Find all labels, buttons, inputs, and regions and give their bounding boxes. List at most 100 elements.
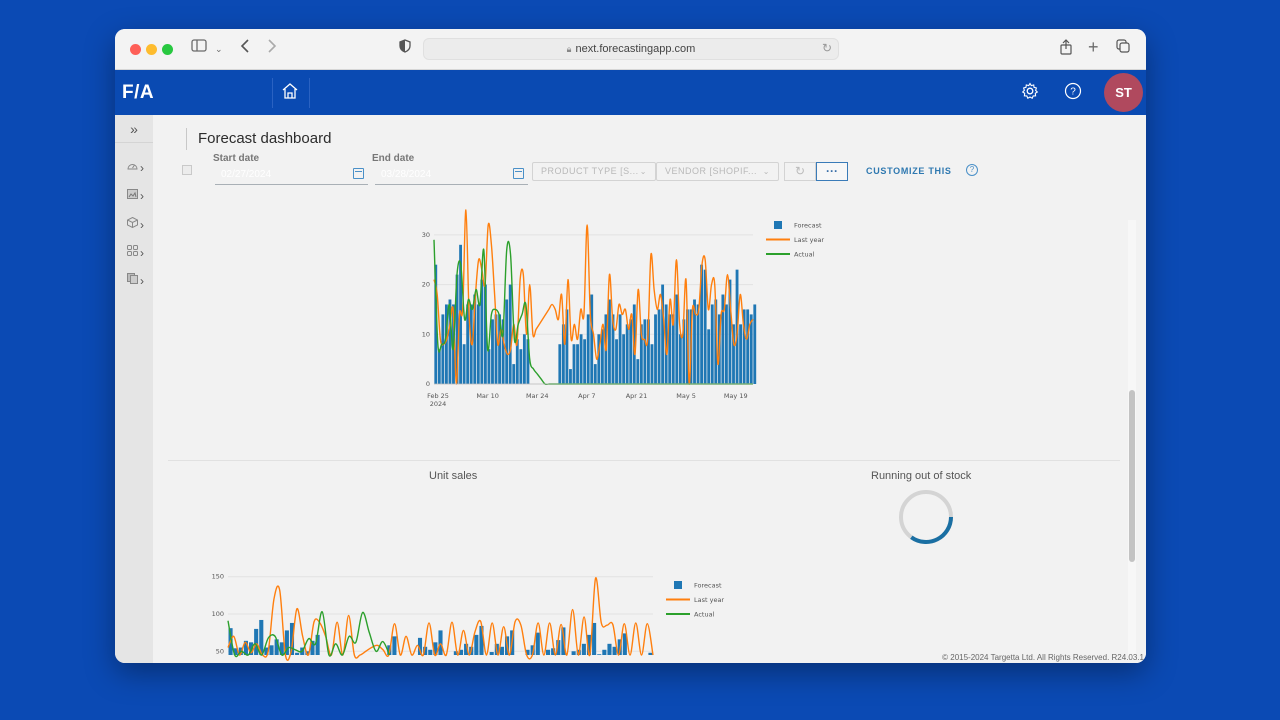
vendor-value: VENDOR [SHOPIF...	[665, 166, 758, 176]
forecast-bar	[545, 649, 551, 655]
legend-label: Forecast	[694, 582, 722, 590]
help-icon[interactable]: ?	[1064, 82, 1084, 102]
close-window-button[interactable]	[130, 44, 141, 55]
y-tick-label: 20	[422, 281, 430, 289]
forecast-bar	[746, 309, 750, 384]
header-divider	[309, 78, 310, 108]
app-logo[interactable]: F/A	[122, 82, 154, 104]
forecast-bar	[643, 319, 647, 384]
home-icon[interactable]	[281, 82, 301, 102]
maximize-window-button[interactable]	[162, 44, 173, 55]
title-divider	[186, 128, 187, 150]
forecast-bar	[753, 304, 757, 384]
forecast-bar	[491, 319, 494, 384]
product-type-value: PRODUCT TYPE [S...	[541, 166, 639, 176]
svg-text:?: ?	[1070, 87, 1076, 98]
image-icon	[127, 189, 138, 199]
minimize-window-button[interactable]	[146, 44, 157, 55]
sidebar-item-products[interactable]: ›	[127, 216, 153, 233]
forecast-bar	[625, 324, 629, 384]
forecast-bar	[696, 304, 700, 384]
reload-icon[interactable]: ↻	[822, 41, 832, 55]
tabs-icon[interactable]	[1116, 39, 1130, 59]
forecast-bar	[675, 294, 679, 384]
sidebar-item-reports[interactable]: ›	[127, 189, 153, 205]
help-icon[interactable]: ?	[966, 164, 978, 176]
share-icon[interactable]	[1060, 39, 1072, 61]
page-title: Forecast dashboard	[198, 130, 332, 147]
forecast-bar	[392, 636, 397, 655]
start-date-input[interactable]: 02/27/2024	[215, 168, 368, 185]
copy-icon	[127, 273, 138, 284]
y-tick-label: 10	[422, 330, 430, 338]
footer-copyright: © 2015-2024 Targetta Ltd. All Rights Res…	[942, 653, 1144, 662]
forward-icon[interactable]	[267, 39, 277, 59]
forecast-bar	[583, 339, 587, 384]
forecast-bar	[618, 314, 622, 384]
sidebar-expand-button[interactable]: »	[115, 115, 153, 143]
sidebar-icon[interactable]	[191, 39, 207, 59]
y-tick-label: 50	[216, 647, 224, 655]
product-type-dropdown[interactable]: PRODUCT TYPE [S... ⌄	[532, 162, 656, 181]
back-icon[interactable]	[240, 39, 250, 59]
forecast-bar	[576, 344, 579, 384]
x-tick-label: Mar 10	[476, 392, 499, 400]
grid-icon	[127, 245, 138, 256]
sidebar-item-documents[interactable]: ›	[127, 273, 153, 289]
forecast-bar	[474, 634, 479, 655]
forecast-bar	[558, 344, 562, 384]
forecast-bar	[707, 329, 711, 384]
forecast-bar	[590, 294, 594, 384]
address-bar[interactable]: 🔒︎ next.forecastingapp.com ↻	[423, 38, 839, 60]
lock-icon: 🔒︎	[566, 44, 572, 54]
end-date-input[interactable]: 03/28/2024	[375, 168, 528, 185]
forecast-bar	[441, 314, 445, 384]
chart-svg: 50 100 150 Forecast Last year Actual	[212, 573, 724, 662]
start-date-value: 02/27/2024	[221, 169, 272, 180]
refresh-button[interactable]: ↻	[784, 162, 816, 181]
gear-icon[interactable]	[1021, 82, 1041, 102]
url-text: next.forecastingapp.com	[575, 43, 696, 55]
forecast-bar	[569, 369, 572, 384]
forecast-bar	[710, 304, 714, 384]
more-options-button[interactable]: ···	[816, 162, 848, 181]
chevron-down-icon[interactable]: ⌄	[215, 39, 223, 59]
forecast-bar	[581, 643, 586, 655]
forecast-bar	[739, 324, 743, 384]
calendar-icon[interactable]	[513, 168, 524, 179]
scrollbar-thumb[interactable]	[1129, 390, 1135, 562]
vendor-dropdown[interactable]: VENDOR [SHOPIF... ⌄	[656, 162, 779, 181]
chevron-right-icon: ›	[140, 218, 144, 233]
refresh-icon: ↻	[794, 164, 806, 178]
sidebar-item-dashboard[interactable]: ›	[127, 161, 153, 177]
new-tab-icon[interactable]: +	[1088, 37, 1099, 57]
shield-icon[interactable]	[399, 39, 411, 59]
x-tick-label: May 5	[676, 392, 696, 400]
forecast-bar	[622, 334, 626, 384]
cube-icon	[127, 216, 138, 229]
chart-svg: 0 10 20 30 Feb 252024 Mar 10 Mar 24 Apr 7 Apr 21…	[422, 209, 824, 408]
date-range-toggle-checkbox[interactable]	[182, 165, 192, 175]
unit-sales-title: Unit sales	[429, 470, 478, 482]
chevron-down-icon: ⌄	[639, 167, 647, 176]
forecast-bar	[571, 651, 576, 655]
forecast-bar	[437, 349, 441, 384]
browser-window: ⌄ 🔒︎ next.forecastingapp.com ↻ + F/A ? S…	[115, 29, 1146, 663]
calendar-icon[interactable]	[353, 168, 364, 179]
sidebar-item-apps[interactable]: ›	[127, 245, 153, 261]
forecast-bar	[648, 652, 653, 655]
forecast-bar	[489, 652, 494, 655]
x-tick-label: May 19	[724, 392, 748, 400]
forecast-bar	[269, 645, 274, 655]
legend-label: Actual	[694, 611, 715, 619]
forecast-bar	[535, 632, 540, 655]
customize-link[interactable]: CUSTOMIZE THIS	[866, 166, 952, 176]
forecast-bar	[657, 309, 661, 384]
forecast-chart: 0 10 20 30 Feb 25 2024 Mar 10 Mar 24 Apr 7 Apr 21…	[418, 208, 928, 408]
chevron-right-icon: ›	[140, 246, 144, 261]
main-content: Forecast dashboard Start date 02/27/2024…	[153, 115, 1146, 663]
forecast-bar	[636, 359, 640, 384]
forecast-bar	[724, 304, 728, 384]
running-out-of-stock-title: Running out of stock	[871, 470, 972, 482]
user-avatar[interactable]: ST	[1104, 73, 1143, 112]
